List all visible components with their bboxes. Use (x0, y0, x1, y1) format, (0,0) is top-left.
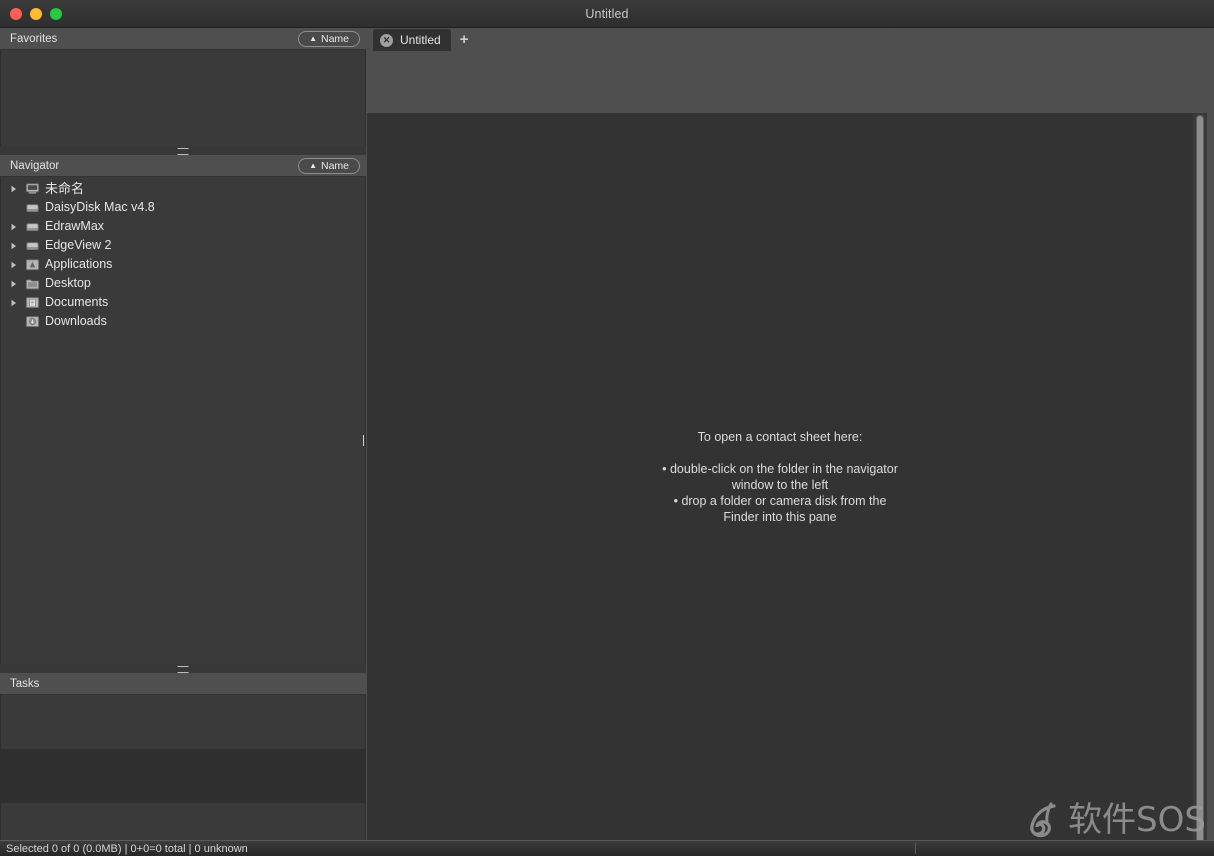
navigator-list[interactable]: 未命名 DaisyDisk Mac v4.8 EdrawMax EdgeView 2 A… (0, 177, 366, 664)
navigator-item-label: Documents (45, 295, 109, 310)
navigator-header: Navigator ▲ Name (0, 155, 366, 177)
favorites-sort-button[interactable]: ▲ Name (298, 31, 360, 47)
navigator-item[interactable]: Applications (1, 255, 365, 274)
disclosure-triangle-icon[interactable] (10, 280, 23, 288)
disk-icon (23, 238, 41, 253)
navigator-item-label: Desktop (45, 276, 91, 291)
tasks-header: Tasks (0, 673, 366, 695)
navigator-tasks-resize-grip[interactable] (0, 664, 366, 673)
close-window-button[interactable] (10, 7, 22, 20)
empty-state-heading: To open a contact sheet here: (697, 429, 863, 444)
computer-disk-icon (23, 181, 41, 196)
maximize-window-button[interactable] (50, 7, 62, 20)
sort-ascending-icon: ▲ (309, 33, 317, 43)
window-controls (10, 0, 62, 27)
disclosure-triangle-icon[interactable] (10, 299, 23, 307)
window-title: Untitled (585, 6, 629, 21)
empty-state-line-2: window to the left (731, 477, 829, 492)
documents-folder-icon (23, 295, 41, 310)
new-tab-button[interactable]: + (457, 32, 472, 47)
navigator-item[interactable]: Desktop (1, 274, 365, 293)
disclosure-triangle-icon[interactable] (10, 185, 23, 193)
navigator-item[interactable]: DaisyDisk Mac v4.8 (1, 198, 365, 217)
tasks-row-stripe (1, 749, 365, 803)
favorites-navigator-resize-grip[interactable] (0, 146, 366, 155)
left-sidebar: Favorites ▲ Name Navigator ▲ Name 未命名 Dai… (0, 28, 366, 840)
title-bar: Untitled (0, 0, 1214, 28)
toolbar-spacer (366, 52, 1214, 113)
close-tab-icon[interactable]: ✕ (380, 33, 393, 47)
navigator-item-label: 未命名 (45, 181, 85, 196)
navigator-item-label: Downloads (45, 314, 107, 329)
applications-folder-icon (23, 257, 41, 272)
disclosure-triangle-icon[interactable] (10, 242, 23, 250)
favorites-sort-label: Name (320, 32, 349, 45)
scrollbar-thumb[interactable] (1196, 115, 1204, 855)
contact-sheet-pane[interactable]: To open a contact sheet here: • double-c… (367, 113, 1193, 840)
downloads-folder-icon (23, 314, 41, 329)
empty-state-line-3: • drop a folder or camera disk from the (673, 493, 887, 508)
navigator-item[interactable]: Downloads (1, 312, 365, 331)
disclosure-triangle-icon[interactable] (10, 223, 23, 231)
window-body: Favorites ▲ Name Navigator ▲ Name 未命名 Dai… (0, 28, 1214, 855)
favorites-header: Favorites ▲ Name (0, 28, 366, 50)
app-window: Untitled Favorites ▲ Name Navigator ▲ Na… (0, 0, 1214, 856)
favorites-title: Favorites (10, 32, 58, 45)
tasks-list[interactable] (0, 695, 366, 840)
tasks-title: Tasks (10, 677, 40, 690)
disclosure-triangle-icon[interactable] (10, 261, 23, 269)
navigator-item[interactable]: EdgeView 2 (1, 236, 365, 255)
desktop-folder-icon (23, 276, 41, 291)
navigator-title: Navigator (10, 159, 60, 172)
tab-label: Untitled (400, 33, 441, 47)
navigator-sort-label: Name (320, 159, 349, 172)
tab-bar: ✕ Untitled + (366, 28, 1214, 52)
navigator-item[interactable]: 未命名 (1, 179, 365, 198)
empty-state-line-1: • double-click on the folder in the navi… (662, 461, 898, 476)
sort-ascending-icon: ▲ (309, 160, 317, 170)
empty-state-message: To open a contact sheet here: • double-c… (367, 429, 1193, 525)
empty-state-line-4: Finder into this pane (723, 509, 837, 524)
navigator-item[interactable]: EdrawMax (1, 217, 365, 236)
tab-untitled[interactable]: ✕ Untitled (373, 29, 451, 51)
navigator-item-label: EdgeView 2 (45, 238, 112, 253)
navigator-item[interactable]: Documents (1, 293, 365, 312)
navigator-sort-button[interactable]: ▲ Name (298, 158, 360, 174)
status-text: Selected 0 of 0 (0.0MB) | 0+0=0 total | … (6, 842, 248, 855)
favorites-list[interactable] (0, 50, 366, 146)
disk-icon (23, 219, 41, 234)
navigator-item-label: EdrawMax (45, 219, 105, 234)
navigator-item-label: Applications (45, 257, 113, 272)
navigator-item-label: DaisyDisk Mac v4.8 (45, 200, 155, 215)
content-vertical-scrollbar[interactable] (1193, 113, 1207, 855)
minimize-window-button[interactable] (30, 7, 42, 20)
status-bar: Selected 0 of 0 (0.0MB) | 0+0=0 total | … (0, 840, 1214, 856)
content-area: ✕ Untitled + To open a contact sheet her… (366, 28, 1214, 855)
disk-icon (23, 200, 41, 215)
contact-sheet-wrapper: To open a contact sheet here: • double-c… (366, 113, 1214, 855)
status-bar-divider (915, 843, 916, 854)
